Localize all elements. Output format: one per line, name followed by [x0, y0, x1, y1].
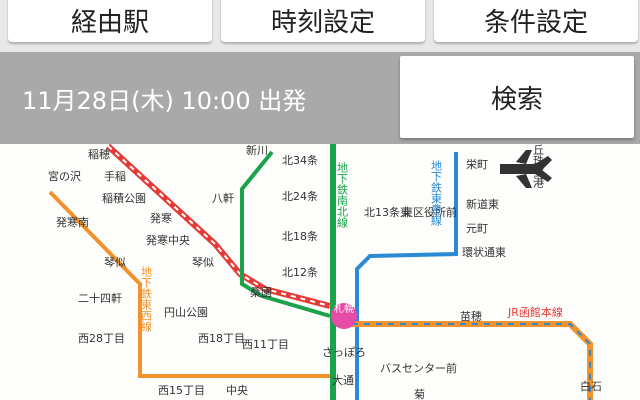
station-inaho[interactable]: 稲穂	[88, 147, 110, 161]
station-nishi15[interactable]: 西15丁目	[158, 384, 205, 397]
via-station-button[interactable]: 経由駅	[8, 0, 212, 42]
station-nishi28[interactable]: 西28丁目	[78, 332, 125, 345]
station-kita12[interactable]: 北12条	[282, 265, 318, 279]
sapporo-badge-label: 札幌	[334, 302, 354, 315]
station-shindo-higashi[interactable]: 新道東	[466, 197, 499, 211]
station-teine[interactable]: 手稲	[104, 169, 126, 183]
label-namboku-line: 地下鉄南北線	[336, 162, 349, 228]
station-chuo[interactable]: 中央	[226, 384, 248, 397]
station-nishi18[interactable]: 西18丁目	[198, 332, 245, 345]
station-kita18[interactable]: 北18条	[282, 229, 318, 243]
station-kita34[interactable]: 北34条	[282, 153, 318, 167]
station-sakaemachi[interactable]: 栄町	[466, 157, 488, 171]
station-shiroishi[interactable]: 白石	[580, 379, 602, 393]
station-nijuyonken[interactable]: 二十四軒	[78, 291, 122, 305]
station-kotoni-jr[interactable]: 琴似	[192, 256, 214, 269]
station-naebo[interactable]: 苗穂	[460, 309, 482, 323]
label-jr-hakodate: JR函館本線	[507, 305, 563, 319]
label-okadama-airport[interactable]: 丘珠空港	[532, 144, 545, 188]
station-kita24[interactable]: 北24条	[282, 189, 318, 203]
station-maruyama-koen[interactable]: 円山公園	[164, 306, 208, 319]
route-map[interactable]: 札幌 宮の沢 発寒南 琴似 二十四軒 西28丁目 西18丁目 西11丁目 円山公…	[0, 144, 640, 400]
station-nishi11[interactable]: 西11丁目	[242, 338, 289, 351]
time-setting-button[interactable]: 時刻設定	[221, 0, 425, 42]
station-hassamu-chuo[interactable]: 発寒中央	[146, 233, 190, 247]
station-motomachi[interactable]: 元町	[466, 222, 488, 235]
label-tozai-line: 地下鉄東西線	[140, 266, 153, 332]
station-kanjodori-higashi[interactable]: 環状通東	[462, 245, 506, 259]
route-map-svg[interactable]: 札幌 宮の沢 発寒南 琴似 二十四軒 西28丁目 西18丁目 西11丁目 円山公…	[0, 144, 640, 400]
station-hassamu-minami[interactable]: 発寒南	[56, 215, 89, 229]
station-inazumi-koen[interactable]: 稲積公園	[102, 191, 146, 205]
station-hassamu[interactable]: 発寒	[150, 211, 172, 225]
station-odori[interactable]: 大通	[332, 373, 354, 387]
station-soen[interactable]: 桑園	[250, 286, 272, 299]
station-kotoni-tozai[interactable]: 琴似	[104, 256, 126, 269]
station-miyanosawa[interactable]: 宮の沢	[48, 169, 81, 183]
station-hachiken[interactable]: 八軒	[212, 192, 234, 205]
station-sapporo[interactable]: さっぽろ	[322, 346, 366, 359]
departure-datetime[interactable]: 11月28日(木) 10:00 出発	[22, 52, 306, 144]
station-bus-center-mae[interactable]: バスセンター前	[380, 361, 457, 375]
search-button[interactable]: 検索	[400, 56, 634, 138]
label-toho-line: 地下鉄東豊線	[430, 160, 443, 226]
station-kiku[interactable]: 菊	[414, 388, 425, 400]
toolbar: 経由駅 時刻設定 条件設定	[0, 0, 640, 52]
station-shinkawa[interactable]: 新川	[246, 144, 268, 157]
condition-setting-button[interactable]: 条件設定	[434, 0, 638, 42]
